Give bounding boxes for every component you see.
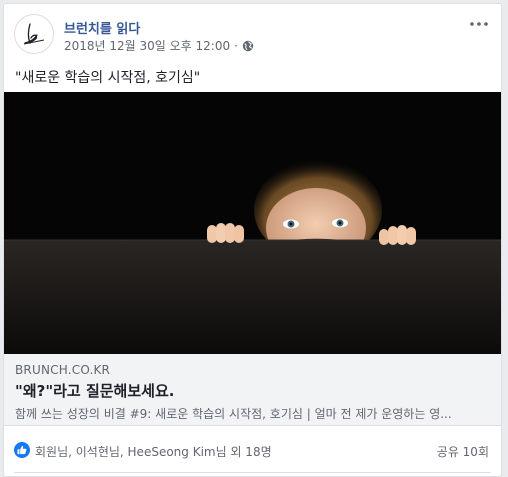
page-name-link[interactable]: 브런치를 읽다 xyxy=(64,18,140,37)
page-avatar[interactable] xyxy=(14,14,54,54)
post-text: "새로운 학습의 시작점, 호기심" xyxy=(15,70,201,86)
brunch-logo-icon xyxy=(23,23,45,45)
meta-separator: · xyxy=(234,38,238,53)
more-options-icon[interactable] xyxy=(467,16,491,32)
like-icon[interactable] xyxy=(14,442,30,458)
shares-count[interactable]: 공유 10회 xyxy=(437,443,489,460)
reactions-bar: 회원님, 이석현님, HeeSeong Kim님 외 18명 공유 10회 xyxy=(14,440,491,462)
link-title[interactable]: "왜?"라고 질문해보세요. xyxy=(15,380,174,401)
globe-icon[interactable] xyxy=(242,40,254,52)
actions-divider xyxy=(14,472,491,473)
likers-text[interactable]: 회원님, 이석현님, HeeSeong Kim님 외 18명 xyxy=(35,443,272,460)
post-card: 브런치를 읽다 2018년 12월 30일 오후 12:00 · "새로운 학습… xyxy=(3,3,502,477)
link-preview-card[interactable]: BRUNCH.CO.KR "왜?"라고 질문해보세요. 함께 쓰는 성장의 비결… xyxy=(4,354,501,426)
link-domain: BRUNCH.CO.KR xyxy=(15,363,111,377)
link-description: 함께 쓰는 성장의 비결 #9: 새로운 학습의 시작점, 호기심 | 얼마 전… xyxy=(15,407,452,421)
link-preview-image[interactable] xyxy=(4,92,501,354)
post-meta: 2018년 12월 30일 오후 12:00 · xyxy=(64,37,254,54)
post-timestamp[interactable]: 2018년 12월 30일 오후 12:00 xyxy=(64,37,230,54)
post-header: 브런치를 읽다 2018년 12월 30일 오후 12:00 · xyxy=(14,14,491,54)
